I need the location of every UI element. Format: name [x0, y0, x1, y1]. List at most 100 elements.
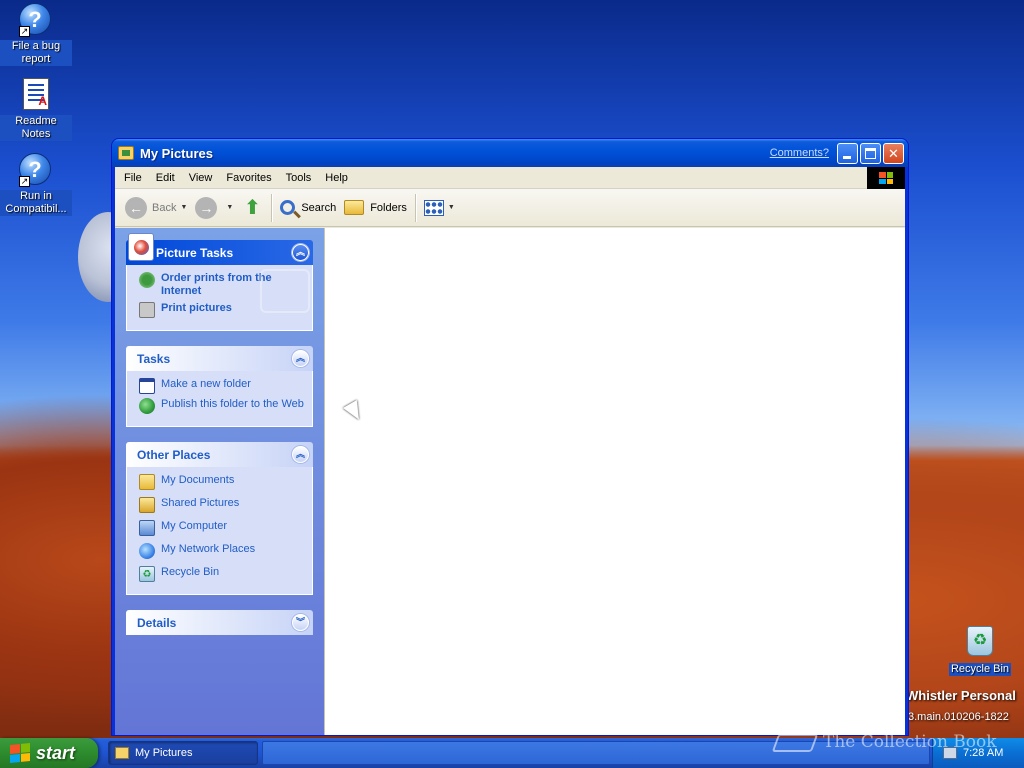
desktop-icon-readme-notes[interactable]: Readme Notes	[0, 78, 72, 141]
taskbar-button-my-pictures[interactable]: My Pictures	[108, 741, 258, 765]
close-button[interactable]: ✕	[883, 142, 904, 164]
desktop-icon-label: Run in Compatibil...	[0, 190, 72, 216]
task-publish-to-web[interactable]: Publish this folder to the Web	[139, 398, 304, 414]
network-places-icon	[139, 543, 155, 559]
task-make-new-folder[interactable]: Make a new folder	[139, 378, 304, 394]
collapse-chevron-icon[interactable]: ︽	[292, 350, 309, 367]
comments-link[interactable]: Comments?	[770, 147, 829, 159]
my-computer-icon	[139, 520, 155, 536]
folders-icon	[344, 200, 365, 215]
search-label: Search	[301, 201, 337, 214]
desktop-icon-label: Recycle Bin	[948, 663, 1012, 676]
picture-tasks-icon	[128, 233, 154, 261]
desktop-icon-run-in-compatibility[interactable]: ? ↗ Run in Compatibil...	[0, 153, 72, 216]
taskbar-button-label: My Pictures	[135, 747, 193, 759]
task-label: Publish this folder to the Web	[161, 398, 304, 410]
task-label: Make a new folder	[161, 378, 251, 390]
watermark-text: The Collection Book	[823, 732, 997, 752]
close-icon: ✕	[888, 145, 899, 161]
place-my-computer[interactable]: My Computer	[139, 520, 304, 536]
shortcut-arrow-icon: ↗	[19, 26, 30, 37]
book-logo-icon	[771, 733, 819, 752]
place-shared-pictures[interactable]: Shared Pictures	[139, 497, 304, 513]
desktop-icon-recycle-bin[interactable]: ♻ Recycle Bin	[944, 626, 1016, 676]
collapse-chevron-icon[interactable]: ︽	[292, 244, 309, 261]
forward-button[interactable]: → ▼	[191, 193, 237, 223]
my-documents-icon	[139, 474, 155, 490]
menu-favorites[interactable]: Favorites	[219, 172, 278, 184]
place-my-documents[interactable]: My Documents	[139, 474, 304, 490]
up-folder-icon: ⬆	[243, 196, 261, 219]
views-button[interactable]: ▼	[420, 193, 459, 223]
place-recycle-bin[interactable]: ♻ Recycle Bin	[139, 566, 304, 582]
tasks-body: Make a new folder Publish this folder to…	[126, 371, 313, 427]
build-branding-title: Whistler Personal	[906, 688, 1016, 703]
window-title: My Pictures	[140, 145, 213, 161]
file-list-view[interactable]	[324, 228, 905, 735]
menu-tools[interactable]: Tools	[279, 172, 319, 184]
place-label: My Computer	[161, 520, 228, 532]
search-button[interactable]: Search	[276, 193, 340, 223]
windows-flag-icon	[10, 742, 30, 764]
minimize-button[interactable]	[837, 142, 858, 164]
place-label: My Network Places	[161, 543, 256, 555]
menu-help[interactable]: Help	[318, 172, 355, 184]
maximize-icon	[865, 147, 876, 159]
folders-button[interactable]: Folders	[340, 193, 411, 223]
back-label: Back	[152, 201, 177, 214]
new-folder-icon	[139, 378, 155, 394]
other-places-body: My Documents Shared Pictures My Computer	[126, 467, 313, 595]
windows-logo-icon	[867, 167, 905, 189]
publish-web-icon	[139, 398, 155, 414]
other-places-header[interactable]: Other Places ︽	[126, 442, 313, 467]
standard-toolbar: ← Back ▼ → ▼ ⬆ Search Folders ▼	[115, 189, 905, 227]
tasks-title: Tasks	[137, 351, 171, 366]
tasks-panel: Tasks ︽ Make a new folder Publish this f…	[126, 346, 313, 427]
back-button[interactable]: ← Back ▼	[121, 193, 191, 223]
dropdown-arrow-icon[interactable]: ▼	[180, 204, 187, 211]
views-icon	[423, 199, 444, 216]
order-prints-icon	[139, 272, 155, 288]
dropdown-arrow-icon[interactable]: ▼	[226, 204, 233, 211]
collapse-chevron-icon[interactable]: ︽	[292, 446, 309, 463]
my-pictures-folder-icon	[118, 146, 134, 160]
window-client-area: File Edit View Favorites Tools Help ← Ba…	[115, 167, 905, 735]
details-header[interactable]: Details ︾	[126, 610, 313, 635]
shared-pictures-icon	[139, 497, 155, 513]
desktop-icon-label: File a bug report	[0, 40, 72, 66]
place-label: Shared Pictures	[161, 497, 240, 509]
start-label: start	[36, 742, 76, 763]
explorer-body: Picture Tasks ︽ Order prints from the In…	[115, 228, 905, 735]
explorer-window: My Pictures Comments? ✕ File Edit View F…	[111, 138, 909, 736]
picture-tasks-header[interactable]: Picture Tasks ︽	[126, 233, 313, 265]
printer-icon	[139, 302, 155, 318]
task-label: Print pictures	[161, 302, 232, 314]
back-arrow-icon: ←	[125, 196, 147, 219]
expand-chevron-icon[interactable]: ︾	[292, 614, 309, 631]
my-pictures-folder-icon	[115, 747, 129, 759]
recycle-bin-icon: ♻	[963, 626, 997, 660]
collection-book-watermark: The Collection Book	[771, 732, 997, 752]
start-button[interactable]: start	[0, 738, 98, 768]
window-titlebar[interactable]: My Pictures Comments? ✕	[112, 139, 908, 167]
details-title: Details	[137, 615, 177, 630]
menu-view[interactable]: View	[182, 172, 220, 184]
place-label: Recycle Bin	[161, 566, 220, 578]
desktop-icon-bug-report[interactable]: ? ↗ File a bug report	[0, 3, 72, 66]
menu-edit[interactable]: Edit	[149, 172, 182, 184]
place-label: My Documents	[161, 474, 235, 486]
tasks-header[interactable]: Tasks ︽	[126, 346, 313, 371]
up-folder-button[interactable]: ⬆	[237, 193, 267, 223]
place-my-network-places[interactable]: My Network Places	[139, 543, 304, 559]
shortcut-arrow-icon: ↗	[19, 176, 30, 187]
menu-file[interactable]: File	[117, 172, 149, 184]
task-pane: Picture Tasks ︽ Order prints from the In…	[115, 228, 324, 735]
maximize-button[interactable]	[860, 142, 881, 164]
picture-watermark-icon	[260, 269, 310, 313]
other-places-panel: Other Places ︽ My Documents Shared Pictu…	[126, 442, 313, 595]
document-icon	[19, 78, 53, 112]
help-icon: ? ↗	[19, 153, 53, 187]
search-icon	[280, 200, 296, 215]
help-icon: ? ↗	[19, 3, 53, 37]
dropdown-arrow-icon: ▼	[447, 204, 455, 211]
